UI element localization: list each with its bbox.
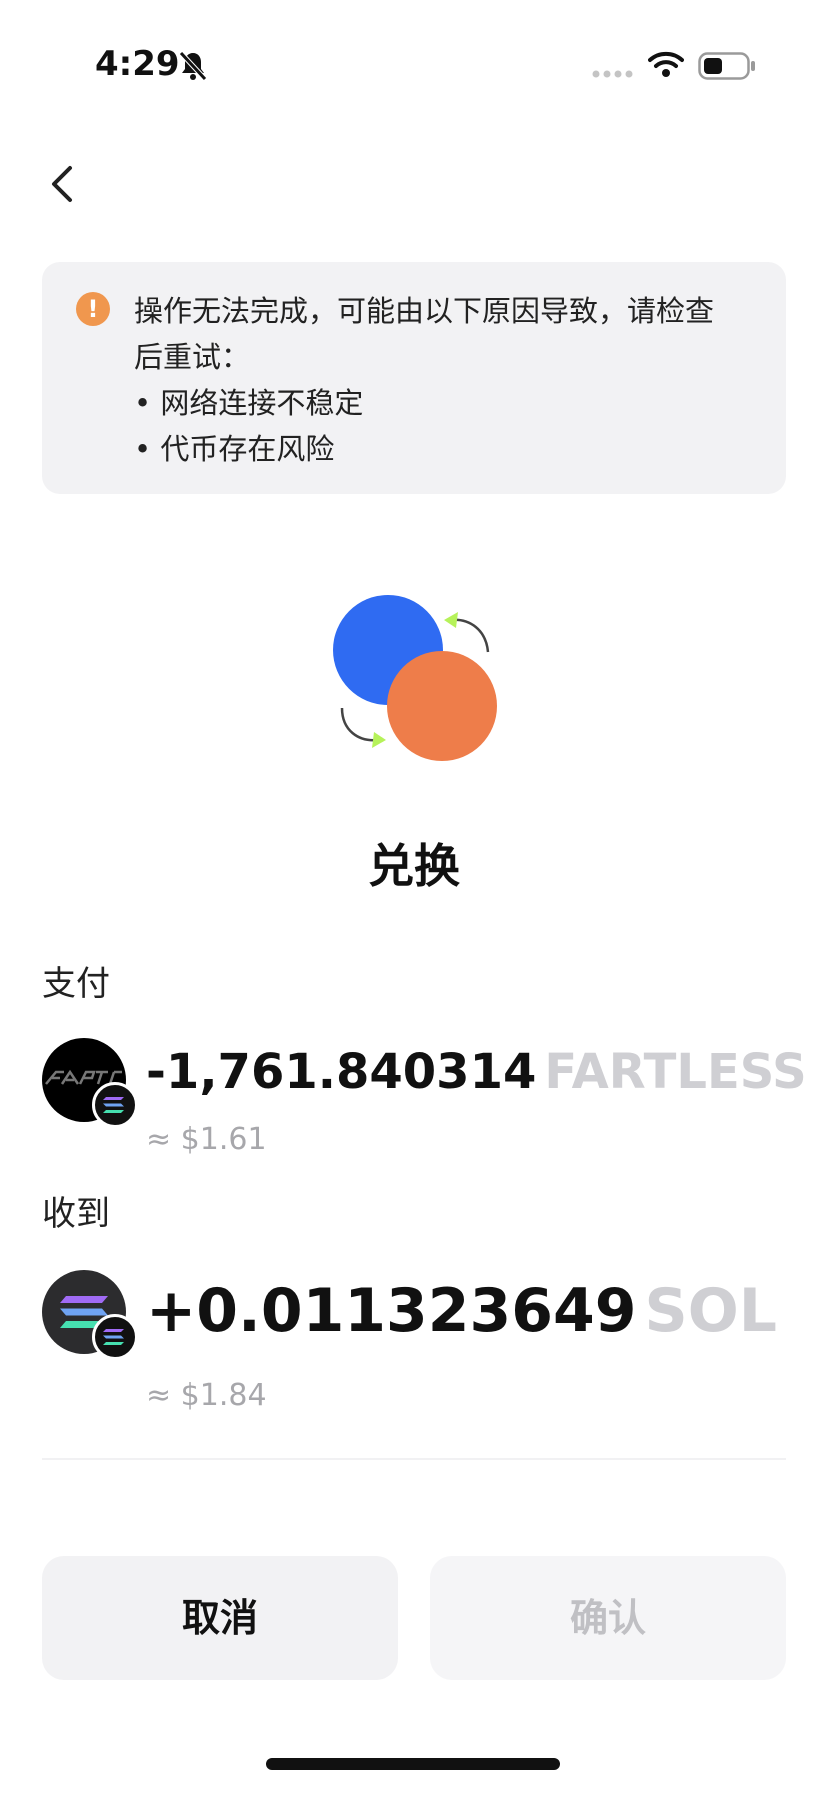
divider [42, 1458, 786, 1460]
warning-line: 后重试： [134, 340, 251, 374]
warning-line: • 代币存在风险 [134, 432, 335, 466]
receive-token-symbol: SOL [644, 1276, 777, 1346]
warning-banner: ! 操作无法完成，可能由以下原因导致，请检查 后重试： • 网络连接不稳定 • … [42, 262, 786, 494]
warning-icon: ! [76, 292, 110, 326]
cancel-button[interactable]: 取消 [42, 1556, 398, 1680]
warning-line: • 网络连接不稳定 [134, 386, 364, 420]
signal-icon [592, 70, 633, 78]
receive-amount: +0.011323649 SOL [146, 1276, 777, 1346]
bell-slash-icon [179, 51, 207, 81]
pay-token-symbol: FARTLESS [544, 1044, 807, 1100]
page-title: 兑换 [368, 839, 460, 893]
chevron-left-icon[interactable] [44, 160, 84, 208]
receive-fiat-value: ≈ $1.84 [146, 1378, 267, 1413]
warning-line: 操作无法完成，可能由以下原因导致，请检查 [134, 294, 715, 328]
swap-illustration-icon [333, 595, 497, 761]
wifi-icon [648, 51, 684, 77]
solana-icon [92, 1082, 138, 1128]
battery-icon [698, 52, 755, 80]
warning-message: 操作无法完成，可能由以下原因导致，请检查 后重试： • 网络连接不稳定 • 代币… [134, 288, 764, 472]
receive-label: 收到 [42, 1194, 110, 1234]
pay-amount: -1,761.840314 FARTLESS [146, 1044, 807, 1100]
solana-icon [92, 1314, 138, 1360]
confirm-button[interactable]: 确认 [430, 1556, 786, 1680]
receive-amount-value: +0.011323649 [146, 1276, 637, 1346]
pay-fiat-value: ≈ $1.61 [146, 1122, 267, 1157]
home-indicator [266, 1758, 560, 1770]
status-time: 4:29 [95, 44, 180, 84]
pay-label: 支付 [42, 964, 110, 1004]
status-bar: 4:29 [0, 0, 828, 120]
pay-amount-value: -1,761.840314 [146, 1044, 537, 1100]
